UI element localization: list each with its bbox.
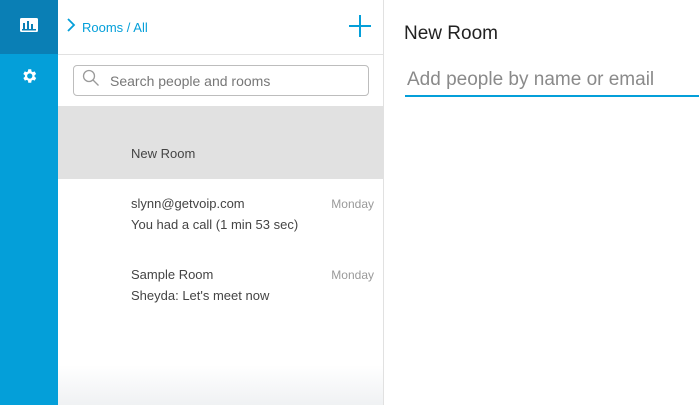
room-list: New Room slynn@getvoip.com Monday You ha…: [58, 107, 383, 323]
main-pane: New Room: [385, 0, 699, 405]
breadcrumb[interactable]: Rooms / All: [66, 17, 148, 38]
room-name: Sample Room: [131, 267, 214, 282]
room-item-slynn[interactable]: slynn@getvoip.com Monday You had a call …: [58, 179, 383, 251]
room-name: New Room: [131, 146, 196, 161]
room-title: New Room: [404, 23, 498, 44]
search-icon: [82, 69, 100, 92]
room-item-new-room[interactable]: New Room: [58, 107, 383, 179]
add-people-input[interactable]: [405, 68, 699, 97]
search-box[interactable]: [73, 65, 369, 96]
add-room-button[interactable]: [346, 14, 374, 42]
rooms-panel: Rooms / All New Room: [58, 0, 384, 405]
rooms-icon: [19, 17, 39, 38]
breadcrumb-label: Rooms / All: [82, 20, 148, 35]
search-area: [58, 55, 383, 107]
room-subtitle: Sheyda: Let's meet now: [131, 288, 270, 303]
room-day: Monday: [331, 268, 374, 282]
list-bottom-fade: [58, 365, 383, 405]
rail-rooms-button[interactable]: [0, 0, 58, 54]
room-day: Monday: [331, 197, 374, 211]
search-input[interactable]: [110, 72, 360, 89]
room-item-sample-room[interactable]: Sample Room Monday Sheyda: Let's meet no…: [58, 251, 383, 323]
chevron-right-icon: [66, 17, 76, 38]
rooms-header: Rooms / All: [58, 0, 383, 55]
room-subtitle: You had a call (1 min 53 sec): [131, 217, 299, 232]
room-name: slynn@getvoip.com: [131, 196, 245, 211]
gear-icon: [20, 67, 38, 90]
rail-settings-button[interactable]: [0, 54, 58, 102]
plus-icon: [348, 14, 372, 43]
left-rail: [0, 0, 58, 405]
